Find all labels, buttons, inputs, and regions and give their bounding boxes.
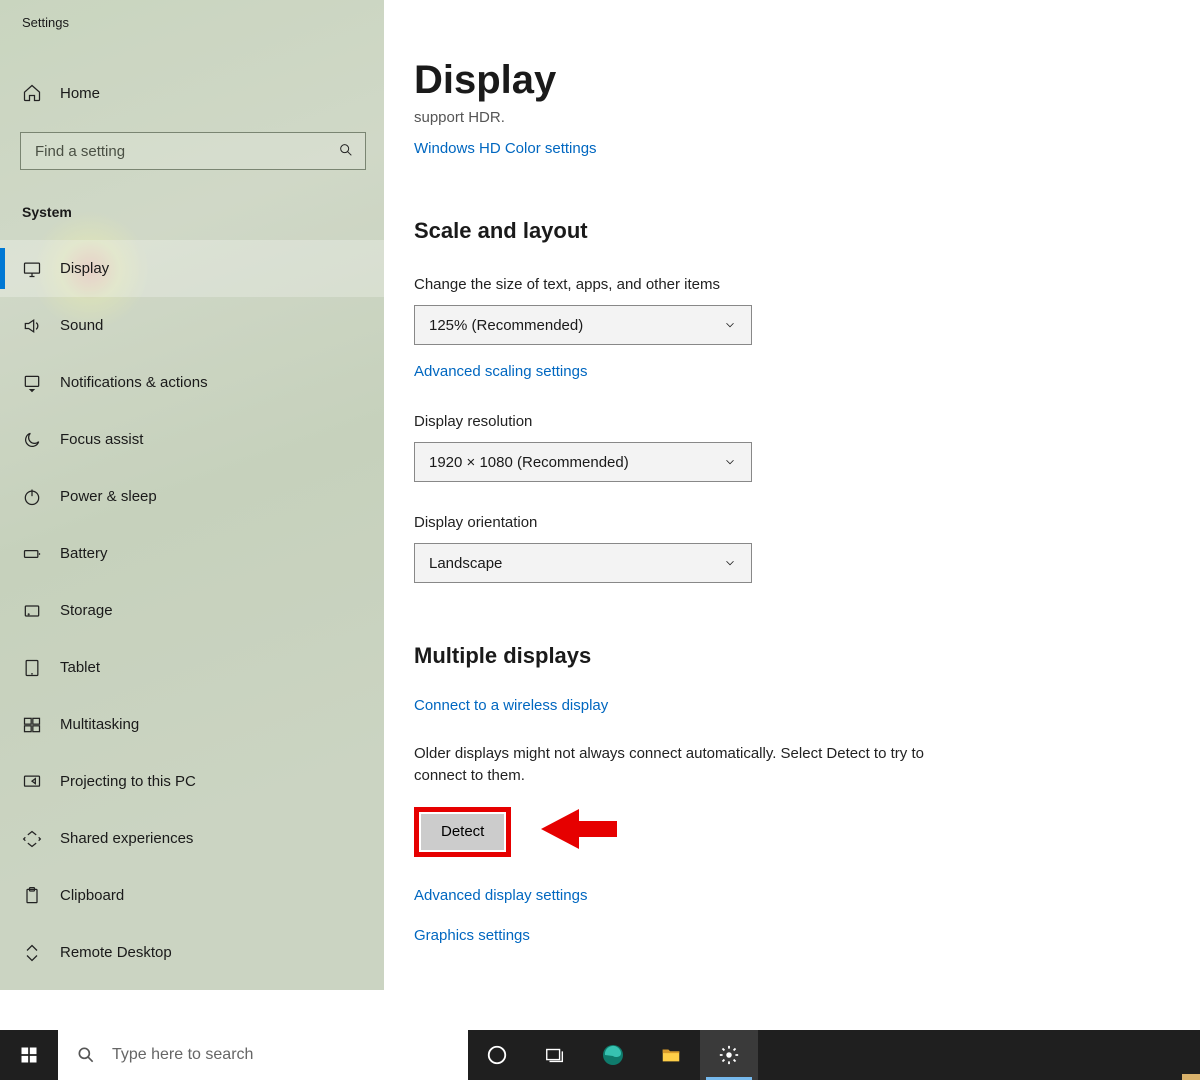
link-hd-color-settings[interactable]: Windows HD Color settings <box>414 140 597 157</box>
sidebar-item-label: Notifications & actions <box>60 374 208 391</box>
sidebar-item-tablet[interactable]: Tablet <box>0 639 384 696</box>
moon-icon <box>22 430 42 450</box>
sidebar-item-power-sleep[interactable]: Power & sleep <box>0 468 384 525</box>
scale-value: 125% (Recommended) <box>429 317 583 334</box>
remote-icon <box>22 943 42 963</box>
sidebar-item-notifications-actions[interactable]: Notifications & actions <box>0 354 384 411</box>
clipboard-icon <box>22 886 42 906</box>
sidebar-item-label: Multitasking <box>60 716 139 733</box>
taskbar: Type here to search <box>0 1030 1200 1080</box>
resolution-value: 1920 × 1080 (Recommended) <box>429 454 629 471</box>
scale-label: Change the size of text, apps, and other… <box>414 276 1200 293</box>
sidebar-item-label: Display <box>60 260 109 277</box>
orientation-select[interactable]: Landscape <box>414 543 752 583</box>
sidebar: Settings Home System Display Sound Notific… <box>0 0 384 990</box>
link-advanced-scaling[interactable]: Advanced scaling settings <box>414 363 587 380</box>
sidebar-item-battery[interactable]: Battery <box>0 525 384 582</box>
taskbar-file-explorer[interactable] <box>642 1030 700 1080</box>
chevron-down-icon <box>723 318 737 332</box>
annotation-highlight: Detect <box>414 807 511 857</box>
sidebar-item-label: Tablet <box>60 659 100 676</box>
sidebar-item-storage[interactable]: Storage <box>0 582 384 639</box>
section-multiple-displays: Multiple displays <box>414 643 1200 669</box>
storage-icon <box>22 601 42 621</box>
power-icon <box>22 487 42 507</box>
sound-icon <box>22 316 42 336</box>
chevron-down-icon <box>723 455 737 469</box>
page-title: Display <box>414 0 1200 103</box>
sidebar-item-label: Remote Desktop <box>60 944 172 961</box>
taskbar-tooltip-sliver <box>1182 1074 1200 1080</box>
link-graphics-settings[interactable]: Graphics settings <box>414 927 530 944</box>
multitask-icon <box>22 715 42 735</box>
sidebar-item-multitasking[interactable]: Multitasking <box>0 696 384 753</box>
search-input[interactable] <box>20 132 366 170</box>
annotation-arrow-icon <box>539 809 619 854</box>
sidebar-item-sound[interactable]: Sound <box>0 297 384 354</box>
sidebar-item-label: Power & sleep <box>60 488 157 505</box>
link-advanced-display-settings[interactable]: Advanced display settings <box>414 887 587 904</box>
sidebar-search[interactable] <box>20 132 366 170</box>
sidebar-item-clipboard[interactable]: Clipboard <box>0 867 384 924</box>
window-title: Settings <box>0 0 384 30</box>
section-scale-layout: Scale and layout <box>414 218 1200 244</box>
sidebar-item-label: Storage <box>60 602 113 619</box>
sidebar-item-label: Focus assist <box>60 431 143 448</box>
sidebar-category: System <box>0 170 384 230</box>
detect-description: Older displays might not always connect … <box>414 743 974 787</box>
hdr-support-text: support HDR. <box>414 109 1200 126</box>
display-icon <box>22 259 42 279</box>
sidebar-item-label: Projecting to this PC <box>60 773 196 790</box>
taskbar-task-view[interactable] <box>526 1030 584 1080</box>
sidebar-item-focus-assist[interactable]: Focus assist <box>0 411 384 468</box>
orientation-value: Landscape <box>429 555 502 572</box>
detect-button[interactable]: Detect <box>421 814 504 850</box>
tablet-icon <box>22 658 42 678</box>
taskbar-cortana[interactable] <box>468 1030 526 1080</box>
sidebar-item-projecting-to-this-pc[interactable]: Projecting to this PC <box>0 753 384 810</box>
link-connect-wireless-display[interactable]: Connect to a wireless display <box>414 697 608 714</box>
chevron-down-icon <box>723 556 737 570</box>
battery-icon <box>22 544 42 564</box>
sidebar-item-remote-desktop[interactable]: Remote Desktop <box>0 924 384 981</box>
sidebar-home[interactable]: Home <box>0 72 384 114</box>
resolution-label: Display resolution <box>414 413 1200 430</box>
orientation-label: Display orientation <box>414 514 1200 531</box>
home-icon <box>22 83 42 103</box>
home-label: Home <box>60 85 100 102</box>
main-content: Display support HDR. Windows HD Color se… <box>384 0 1200 990</box>
share-icon <box>22 829 42 849</box>
start-button[interactable] <box>0 1030 58 1080</box>
sidebar-item-shared-experiences[interactable]: Shared experiences <box>0 810 384 867</box>
search-icon <box>338 142 354 158</box>
taskbar-edge[interactable] <box>584 1030 642 1080</box>
notifications-icon <box>22 373 42 393</box>
taskbar-search-placeholder: Type here to search <box>112 1046 253 1064</box>
search-icon <box>76 1045 96 1065</box>
sidebar-item-label: Battery <box>60 545 108 562</box>
scale-select[interactable]: 125% (Recommended) <box>414 305 752 345</box>
taskbar-search[interactable]: Type here to search <box>58 1030 468 1080</box>
resolution-select[interactable]: 1920 × 1080 (Recommended) <box>414 442 752 482</box>
sidebar-item-label: Sound <box>60 317 103 334</box>
project-icon <box>22 772 42 792</box>
sidebar-item-display[interactable]: Display <box>0 240 384 297</box>
sidebar-item-label: Clipboard <box>60 887 124 904</box>
sidebar-item-label: Shared experiences <box>60 830 193 847</box>
taskbar-settings[interactable] <box>700 1030 758 1080</box>
